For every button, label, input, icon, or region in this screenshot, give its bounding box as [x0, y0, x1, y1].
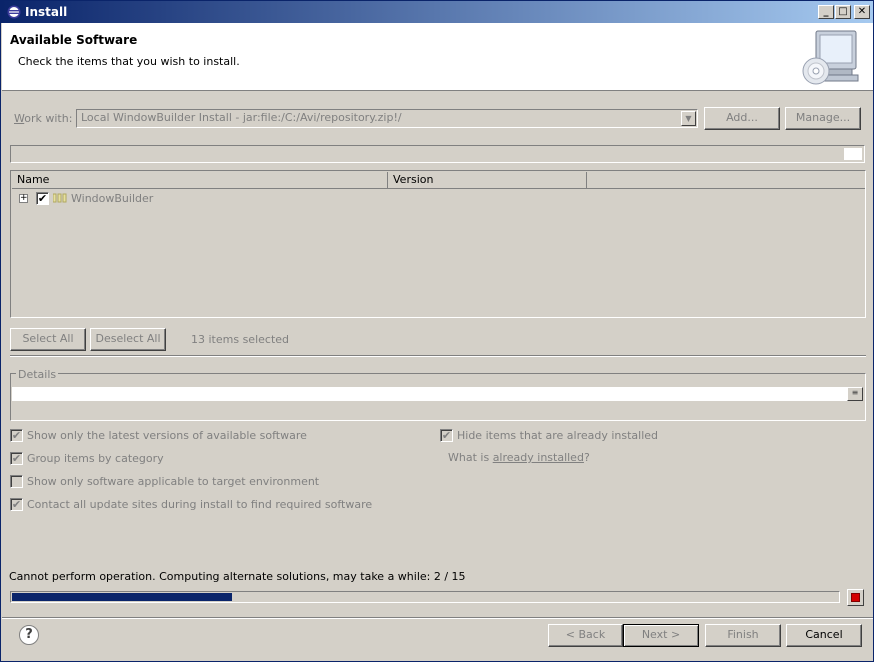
- work-with-value: Local WindowBuilder Install - jar:file:/…: [81, 111, 402, 124]
- close-button[interactable]: ✕: [854, 5, 870, 19]
- option-hide-installed-label: Hide items that are already installed: [457, 429, 659, 442]
- column-header-name[interactable]: Name: [12, 172, 388, 189]
- expand-icon[interactable]: +: [19, 194, 28, 203]
- back-button[interactable]: < Back: [548, 624, 623, 647]
- already-installed-link[interactable]: already installed: [493, 451, 584, 464]
- minimize-button[interactable]: _: [818, 5, 834, 19]
- progress-bar: [10, 591, 840, 603]
- finish-button[interactable]: Finish: [705, 624, 781, 647]
- what-is-prefix: What is: [448, 451, 493, 464]
- option-applicable-only-label: Show only software applicable to target …: [27, 475, 320, 488]
- cancel-operation-button[interactable]: [847, 589, 864, 606]
- status-message: Cannot perform operation. Computing alte…: [9, 570, 466, 583]
- checkbox-applicable-only[interactable]: [10, 475, 23, 488]
- work-with-label-text: ork with:: [24, 112, 73, 125]
- title-bar[interactable]: Install _ □ ✕: [1, 1, 873, 23]
- details-more-button[interactable]: ≡: [847, 387, 863, 401]
- install-monitor-icon: [802, 30, 859, 85]
- option-group-by-category-label: Group items by category: [27, 452, 164, 465]
- next-button[interactable]: Next >: [623, 624, 699, 647]
- row-checkbox[interactable]: ✔: [36, 192, 49, 205]
- option-applicable-only[interactable]: Show only software applicable to target …: [10, 474, 410, 490]
- deselect-all-button[interactable]: Deselect All: [90, 328, 166, 351]
- eclipse-icon: [7, 5, 21, 19]
- chevron-down-icon[interactable]: ▼: [681, 111, 696, 126]
- option-group-by-category[interactable]: ✔ Group items by category: [10, 451, 410, 467]
- work-with-combo[interactable]: Local WindowBuilder Install - jar:file:/…: [76, 109, 698, 128]
- manage-sites-button[interactable]: Manage...: [785, 107, 861, 130]
- work-with-label: Work with:: [14, 112, 73, 125]
- what-is-installed-text: What is already installed?: [448, 451, 590, 464]
- column-header-version[interactable]: Version: [388, 172, 587, 189]
- cancel-button[interactable]: Cancel: [786, 624, 862, 647]
- install-window: Install _ □ ✕ Available Software Check t…: [0, 0, 874, 662]
- software-tree-table[interactable]: Name Version + ✔ WindowBuilder: [10, 170, 866, 318]
- details-text[interactable]: [12, 387, 848, 401]
- page-title: Available Software: [10, 33, 138, 47]
- add-site-button[interactable]: Add...: [704, 107, 780, 130]
- separator: [10, 355, 866, 357]
- wizard-header: Available Software Check the items that …: [2, 23, 873, 91]
- stop-icon: [851, 593, 860, 602]
- what-is-suffix: ?: [583, 451, 590, 464]
- column-header-empty: [587, 172, 865, 189]
- option-latest-versions[interactable]: ✔ Show only the latest versions of avail…: [10, 428, 410, 444]
- help-icon[interactable]: ?: [19, 625, 39, 645]
- details-legend: Details: [16, 368, 59, 381]
- row-name: WindowBuilder: [71, 192, 154, 205]
- filter-input[interactable]: [10, 145, 865, 163]
- option-contact-sites[interactable]: ✔ Contact all update sites during instal…: [10, 497, 410, 513]
- option-hide-installed[interactable]: ✔ Hide items that are already installed: [440, 428, 740, 444]
- maximize-button[interactable]: □: [835, 5, 851, 19]
- filter-fill: [844, 148, 862, 160]
- checkbox-hide-installed[interactable]: ✔: [440, 429, 453, 442]
- feature-group-icon: [53, 193, 67, 203]
- checkbox-group-by-category[interactable]: ✔: [10, 452, 23, 465]
- window-title: Install: [25, 5, 68, 19]
- progress-fill: [12, 593, 232, 601]
- option-contact-sites-label: Contact all update sites during install …: [27, 498, 373, 511]
- footer-separator: [2, 617, 873, 619]
- option-latest-versions-label: Show only the latest versions of availab…: [27, 429, 307, 442]
- table-row[interactable]: + ✔ WindowBuilder: [19, 191, 219, 207]
- checkbox-latest-versions[interactable]: ✔: [10, 429, 23, 442]
- selected-count: 13 items selected: [191, 333, 290, 346]
- select-all-button[interactable]: Select All: [10, 328, 86, 351]
- page-subtitle: Check the items that you wish to install…: [18, 55, 240, 68]
- checkbox-contact-sites[interactable]: ✔: [10, 498, 23, 511]
